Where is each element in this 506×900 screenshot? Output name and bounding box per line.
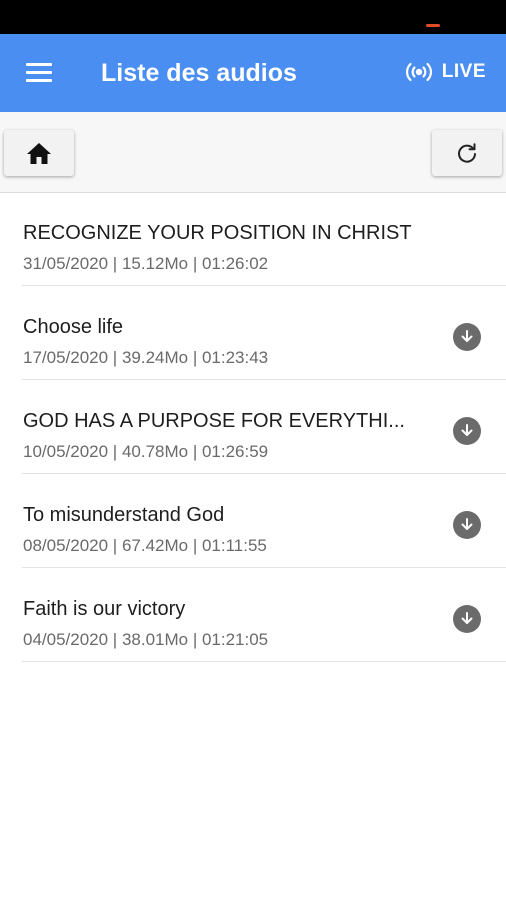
status-indicator [426,24,440,27]
audio-title: RECOGNIZE YOUR POSITION IN CHRIST [23,222,412,244]
toolbar [0,112,506,193]
live-button[interactable]: LIVE [404,60,486,84]
audio-meta: 04/05/2020 | 38.01Mo | 01:21:05 [23,630,269,649]
download-icon[interactable] [453,511,481,539]
audio-list: RECOGNIZE YOUR POSITION IN CHRIST 31/05/… [0,192,506,662]
refresh-icon [458,143,476,163]
audio-meta: 17/05/2020 | 39.24Mo | 01:23:43 [23,348,269,367]
list-item[interactable]: RECOGNIZE YOUR POSITION IN CHRIST 31/05/… [0,192,506,286]
list-item[interactable]: Choose life 17/05/2020 | 39.24Mo | 01:23… [0,286,506,380]
audio-meta: 08/05/2020 | 67.42Mo | 01:11:55 [23,536,267,555]
list-item[interactable]: Faith is our victory 04/05/2020 | 38.01M… [0,568,506,662]
audio-meta: 31/05/2020 | 15.12Mo | 01:26:02 [23,254,269,273]
home-button[interactable] [4,130,74,176]
download-icon[interactable] [453,323,481,351]
audio-meta: 10/05/2020 | 40.78Mo | 01:26:59 [23,442,269,461]
refresh-button[interactable] [432,130,502,176]
app-bar: Liste des audios LIVE [0,34,506,112]
live-label: LIVE [441,61,486,82]
download-icon[interactable] [453,417,481,445]
audio-title: GOD HAS A PURPOSE FOR EVERYTHI... [23,410,405,432]
audio-title: To misunderstand God [23,504,225,526]
list-item[interactable]: GOD HAS A PURPOSE FOR EVERYTHI... 10/05/… [0,380,506,474]
home-icon [27,143,51,164]
menu-icon[interactable] [22,58,56,88]
broadcast-icon [405,62,432,82]
status-bar [0,0,506,34]
audio-title: Choose life [23,316,124,338]
audio-title: Faith is our victory [23,598,186,620]
list-item[interactable]: To misunderstand God 08/05/2020 | 67.42M… [0,474,506,568]
page-title: Liste des audios [101,59,297,87]
download-icon[interactable] [453,605,481,633]
divider [22,661,506,662]
